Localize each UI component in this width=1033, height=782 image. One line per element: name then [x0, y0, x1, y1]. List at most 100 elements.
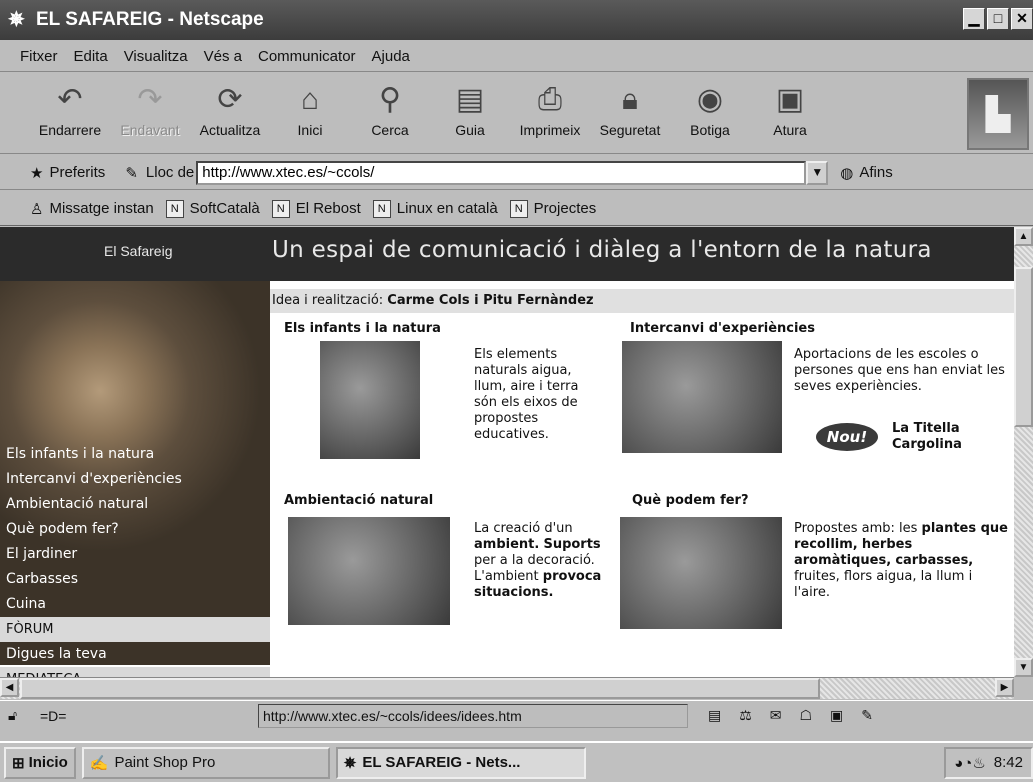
horizontal-scrollbar[interactable]: ◀ ▶ [0, 677, 1014, 699]
guide-icon: ▤ [455, 83, 485, 116]
menu-bar: Fitxer Edita Visualitza Vés a Communicat… [0, 42, 1033, 72]
forward-arrow-icon: ↷ [137, 83, 163, 116]
vertical-scrollbar[interactable]: ▲ ▼ [1014, 227, 1033, 677]
close-button[interactable]: ✕ [1011, 8, 1033, 30]
scroll-down-icon[interactable]: ▼ [1014, 658, 1033, 677]
status-url: http://www.xtec.es/~ccols/idees/idees.ht… [258, 703, 688, 728]
kids-eating-photo[interactable] [620, 517, 782, 629]
nav-link-digues[interactable]: Digues la teva [0, 642, 270, 667]
windows-icon: ⊞ [12, 754, 25, 772]
stop-button[interactable]: ▣ Atura [750, 74, 830, 153]
bookmark-softcatala[interactable]: N SoftCatalà [165, 199, 260, 218]
start-button[interactable]: ⊞ Inicio [4, 746, 76, 779]
netscape-icon: ✵ [343, 754, 357, 772]
site-tagline: Un espai de comunicació i diàleg a l'ent… [272, 237, 932, 263]
nav-link-cuina[interactable]: Cuina [0, 592, 270, 617]
menu-fitxer[interactable]: Fitxer [20, 48, 58, 65]
search-button[interactable]: ⚲ Cerca [350, 74, 430, 153]
scroll-right-icon[interactable]: ▶ [995, 678, 1014, 697]
maximize-button[interactable]: □ [987, 8, 1009, 30]
nav-link-ambientacio[interactable]: Ambientació natural [0, 492, 270, 517]
forward-button[interactable]: ↷ Endavant [110, 74, 190, 153]
page-proxy-icon: ✎ [125, 164, 138, 182]
section-text: Aportacions de les escoles o persones qu… [794, 347, 1005, 394]
print-button[interactable]: ⎙ Imprimeix [510, 74, 590, 153]
page-icon: N [165, 199, 184, 218]
home-button[interactable]: ⌂ Inici [270, 74, 350, 153]
bookmark-el-rebost[interactable]: N El Rebost [271, 199, 361, 218]
scroll-left-icon[interactable]: ◀ [0, 678, 19, 697]
tray-icons[interactable]: ◕◔♨ [954, 754, 986, 772]
security-lock-icon[interactable]: 🔓︎ [8, 707, 17, 724]
scroll-thumb[interactable] [20, 678, 820, 699]
page-icon: N [372, 199, 391, 218]
printer-icon: ⎙ [538, 83, 562, 116]
stop-icon: ▣ [775, 83, 805, 116]
shop-button[interactable]: ◉ Botiga [670, 74, 750, 153]
url-input[interactable] [196, 160, 807, 185]
shop-icon: ◉ [696, 83, 724, 116]
section-text: Propostes amb: les plantes que recollim,… [794, 521, 1008, 600]
related-icon: ◍ [840, 164, 854, 182]
security-button[interactable]: 🔒︎ Seguretat [590, 74, 670, 153]
scroll-thumb[interactable] [1014, 267, 1033, 427]
nav-section-forum: FÒRUM [0, 617, 270, 642]
minimize-button[interactable]: ▁ [963, 8, 985, 30]
component-icons[interactable]: ▤⚖✉☖▣✎ [708, 707, 891, 724]
title-bar: ✵ EL SAFAREIG - Netscape ▁ □ ✕ [0, 0, 1033, 40]
nav-link-carbasses[interactable]: Carbasses [0, 567, 270, 592]
menu-visualitza[interactable]: Visualitza [124, 48, 188, 65]
paint-icon: ✍ [89, 754, 109, 772]
bookmark-projectes[interactable]: N Projectes [509, 199, 596, 218]
search-icon: ⚲ [379, 83, 401, 116]
page-icon: N [509, 199, 528, 218]
section-title[interactable]: Què podem fer? [632, 493, 749, 508]
reload-icon: ⟳ [217, 83, 243, 116]
related-button[interactable]: Afins [859, 164, 892, 181]
bookmarks-button[interactable]: Preferits [49, 164, 105, 181]
section-text: La creació d'un ambient. Suports per a l… [474, 521, 602, 600]
menu-ajuda[interactable]: Ajuda [372, 48, 410, 65]
status-bar: 🔓︎ =D= http://www.xtec.es/~ccols/idees/i… [0, 700, 1033, 730]
navigation-toolbar: ↶ Endarrere ↷ Endavant ⟳ Actualitza ⌂ Inici … [0, 74, 1033, 154]
section-title[interactable]: Els infants i la natura [284, 321, 441, 336]
section-title[interactable]: Ambientació natural [284, 493, 433, 508]
page-banner: El Safareig Un espai de comunicació i di… [0, 227, 1014, 281]
connection-icon: =D= [40, 707, 67, 724]
task-paint-shop-pro[interactable]: ✍ Paint Shop Pro [81, 746, 330, 779]
guide-button[interactable]: ▤ Guia [430, 74, 510, 153]
nav-link-jardiner[interactable]: El jardiner [0, 542, 270, 567]
nav-section-mediateca: MEDIATECA [0, 667, 270, 677]
bookmark-instant-message[interactable]: ♙ Missatge instan [30, 200, 154, 218]
menu-communicator[interactable]: Communicator [258, 48, 356, 65]
people-icon: ♙ [30, 200, 44, 218]
menu-edita[interactable]: Edita [74, 48, 108, 65]
titella-link[interactable]: La Titella Cargolina [892, 421, 1002, 453]
chevron-down-icon[interactable]: ▼ [806, 160, 829, 185]
exchange-photo[interactable] [622, 341, 782, 453]
new-badge: Nou! [816, 423, 878, 451]
scroll-up-icon[interactable]: ▲ [1014, 227, 1033, 246]
section-title[interactable]: Intercanvi d'experiències [630, 321, 815, 336]
netscape-icon: ✵ [8, 9, 25, 31]
section-text: Els elements naturals aigua, llum, aire … [474, 347, 579, 442]
netscape-logo[interactable]: ▙ [967, 78, 1029, 150]
back-arrow-icon: ↶ [57, 83, 83, 116]
task-netscape[interactable]: ✵ EL SAFAREIG - Nets... [335, 746, 586, 779]
reload-button[interactable]: ⟳ Actualitza [190, 74, 270, 153]
table-photo[interactable] [288, 517, 450, 625]
bookmark-linux[interactable]: N Linux en català [372, 199, 498, 218]
menu-ves-a[interactable]: Vés a [204, 48, 242, 65]
page-icon: N [271, 199, 290, 218]
back-button[interactable]: ↶ Endarrere [30, 74, 110, 153]
lock-icon: 🔒︎ [622, 83, 638, 116]
nav-link-infants[interactable]: Els infants i la natura [0, 442, 270, 467]
children-photo[interactable] [320, 341, 420, 459]
web-page: El Safareig Un espai de comunicació i di… [0, 227, 1014, 677]
site-nav: Els infants i la natura Intercanvi d'exp… [0, 442, 270, 677]
nav-link-intercanvi[interactable]: Intercanvi d'experiències [0, 467, 270, 492]
system-tray: ◕◔♨ 8:42 [944, 746, 1033, 779]
nav-link-que-podem-fer[interactable]: Què podem fer? [0, 517, 270, 542]
main-content: Idea i realització: Carme Cols i Pitu Fe… [270, 281, 1014, 677]
credits-line: Idea i realització: Carme Cols i Pitu Fe… [270, 289, 1014, 313]
